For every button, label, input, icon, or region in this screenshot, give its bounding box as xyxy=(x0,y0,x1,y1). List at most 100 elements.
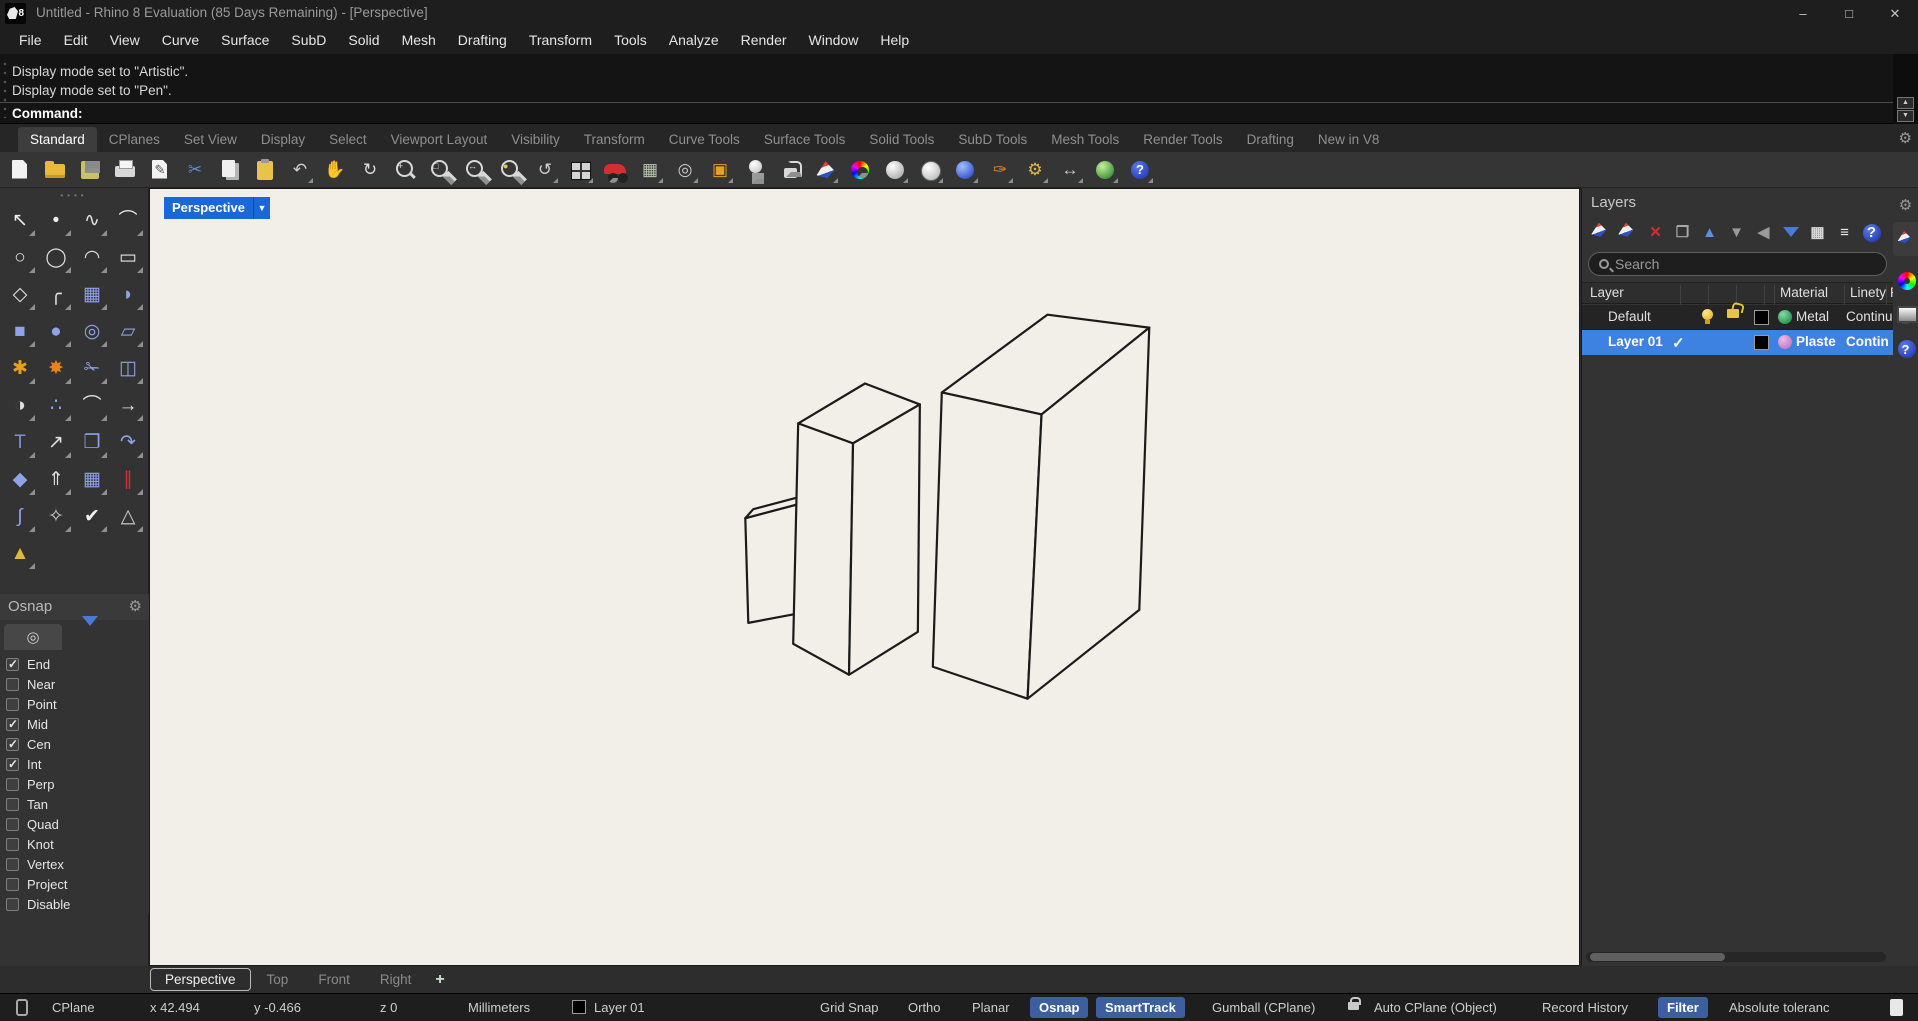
command-grip[interactable] xyxy=(2,60,8,118)
curve-through-points-icon[interactable]: ⌒ xyxy=(110,202,146,239)
checkbox-icon[interactable] xyxy=(6,797,19,811)
box-large-left[interactable] xyxy=(931,391,1043,700)
checkbox-icon[interactable] xyxy=(6,777,19,791)
lock-icon[interactable] xyxy=(776,156,804,184)
osnap-checkbox[interactable]: Near xyxy=(6,674,149,694)
tab-cplanes[interactable]: CPlanes xyxy=(97,127,172,152)
checkbox-icon[interactable] xyxy=(6,677,19,691)
tab-set-view[interactable]: Set View xyxy=(172,127,249,152)
save-icon[interactable] xyxy=(76,156,104,184)
menu-analyze[interactable]: Analyze xyxy=(658,27,730,54)
auto-cplane-toggle[interactable]: Auto CPlane (Object) xyxy=(1374,1000,1497,1015)
perspective-viewport[interactable]: Perspective ▼ xyxy=(149,188,1580,966)
current-layer-check-icon[interactable]: ✓ xyxy=(1672,334,1685,352)
menu-window[interactable]: Window xyxy=(798,27,870,54)
vtab-right[interactable]: Right xyxy=(366,969,426,990)
menu-drafting[interactable]: Drafting xyxy=(447,27,518,54)
filter-layers-icon[interactable] xyxy=(1777,219,1804,245)
strip-monitor-tab[interactable] xyxy=(1893,298,1918,332)
menu-curve[interactable]: Curve xyxy=(151,27,210,54)
arc-icon[interactable]: ◠ xyxy=(74,239,110,276)
viewport-layout-icon[interactable] xyxy=(566,156,594,184)
earth-icon[interactable] xyxy=(1091,156,1119,184)
smarttrack-toggle[interactable]: SmartTrack xyxy=(1096,997,1185,1018)
tab-select[interactable]: Select xyxy=(317,127,379,152)
solid-union-icon[interactable]: ◆ xyxy=(2,461,38,498)
sidebar-grip[interactable]: •••• xyxy=(0,188,148,200)
osnap-toggle-icon[interactable]: ◎ xyxy=(671,156,699,184)
pan-icon[interactable]: ✋ xyxy=(321,156,349,184)
ellipse-icon[interactable]: ◯ xyxy=(38,239,74,276)
rectangle-icon[interactable]: ▭ xyxy=(110,239,146,276)
menu-render[interactable]: Render xyxy=(730,27,798,54)
maximize-button[interactable]: □ xyxy=(1826,0,1872,27)
osnap-checkbox[interactable]: End xyxy=(6,654,149,674)
boolean-icon[interactable]: ◑ xyxy=(2,387,38,424)
osnap-checkbox[interactable]: Int xyxy=(6,754,149,774)
menu-subd[interactable]: SubD xyxy=(280,27,337,54)
curved-surface-icon[interactable]: ◗ xyxy=(110,276,146,313)
command-scroll-up-icon[interactable]: ▲ xyxy=(1897,97,1914,109)
tab-display[interactable]: Display xyxy=(249,127,317,152)
circle-icon[interactable]: ○ xyxy=(2,239,38,276)
column-linetype[interactable]: Linety xyxy=(1850,285,1886,300)
checkbox-icon[interactable] xyxy=(6,877,19,891)
menu-transform[interactable]: Transform xyxy=(518,27,603,54)
checkbox-icon[interactable] xyxy=(6,897,19,911)
gumball-toggle[interactable]: Gumball (CPlane) xyxy=(1212,1000,1315,1015)
osnap-checkbox[interactable]: Mid xyxy=(6,714,149,734)
toolbar-gear-icon[interactable]: ⚙ xyxy=(1899,129,1912,147)
osnap-filter-tab[interactable] xyxy=(62,624,120,650)
layer-material[interactable]: Plaste xyxy=(1796,334,1836,349)
osnap-checkbox[interactable]: Point xyxy=(6,694,149,714)
cut-icon[interactable]: ✂ xyxy=(181,156,209,184)
tab-surface-tools[interactable]: Surface Tools xyxy=(752,127,858,152)
primitives-icon[interactable]: △ xyxy=(110,498,146,535)
layer-unlocked-icon[interactable] xyxy=(1727,309,1739,318)
fillet-curve-icon[interactable]: ╭ xyxy=(38,276,74,313)
strip-help-tab[interactable]: ? xyxy=(1893,332,1918,366)
osnap-checkbox[interactable]: Vertex xyxy=(6,854,149,874)
cplane-selector[interactable]: CPlane xyxy=(52,1000,95,1015)
constraint-icon[interactable]: ✧ xyxy=(38,498,74,535)
osnap-checkbox[interactable]: Cen xyxy=(6,734,149,754)
boolean-two-icon[interactable]: ∴ xyxy=(38,387,74,424)
move-up-icon[interactable]: ▲ xyxy=(1696,219,1723,245)
close-button[interactable]: ✕ xyxy=(1872,0,1918,27)
box-small-front[interactable] xyxy=(744,503,803,624)
rotate-icon[interactable]: ↷ xyxy=(110,424,146,461)
command-scroll-down-icon[interactable]: ▼ xyxy=(1897,110,1914,122)
point-icon[interactable]: • xyxy=(38,202,74,239)
blend-curve-icon[interactable]: ⌒ xyxy=(74,387,110,424)
tab-subd-tools[interactable]: SubD Tools xyxy=(946,127,1039,152)
search-input[interactable] xyxy=(1615,256,1876,272)
planar-toggle[interactable]: Planar xyxy=(972,1000,1010,1015)
strip-layers-tab[interactable] xyxy=(1893,222,1918,256)
scrollbar-thumb[interactable] xyxy=(1590,953,1725,961)
viewport-title[interactable]: Perspective ▼ xyxy=(164,197,270,219)
layer-color-swatch[interactable] xyxy=(1754,335,1769,350)
filter-toggle[interactable]: Filter xyxy=(1658,997,1708,1018)
render-tool-icon[interactable]: ✑ xyxy=(986,156,1014,184)
box-medium-right[interactable] xyxy=(847,403,921,676)
extrude-icon[interactable]: ⇑ xyxy=(38,461,74,498)
checkbox-icon[interactable] xyxy=(6,757,19,771)
undo-view-icon[interactable]: ↺ xyxy=(531,156,559,184)
control-point-curve-icon[interactable]: ∿ xyxy=(74,202,110,239)
bend-icon[interactable]: ∫ xyxy=(2,498,38,535)
osnap-toggle[interactable]: Osnap xyxy=(1030,997,1089,1018)
checkbox-icon[interactable] xyxy=(6,717,19,731)
move-icon[interactable]: ↗ xyxy=(38,424,74,461)
layers-horizontal-scrollbar[interactable] xyxy=(1586,952,1886,962)
torus-icon[interactable]: ◎ xyxy=(74,313,110,350)
selection-filter-icon[interactable]: ▣ xyxy=(706,156,734,184)
column-layer[interactable]: Layer xyxy=(1590,285,1624,300)
vtab-top[interactable]: Top xyxy=(253,969,303,990)
select-arrow-icon[interactable]: ↖ xyxy=(2,202,38,239)
menu-surface[interactable]: Surface xyxy=(210,27,280,54)
undo-icon[interactable]: ↶ xyxy=(286,156,314,184)
layer-table-header[interactable]: Layer Material Linety P xyxy=(1582,282,1899,307)
menu-tools[interactable]: Tools xyxy=(603,27,658,54)
layer-row-default[interactable]: Default Metal Continu xyxy=(1582,305,1894,330)
box-medium-left[interactable] xyxy=(792,422,855,676)
